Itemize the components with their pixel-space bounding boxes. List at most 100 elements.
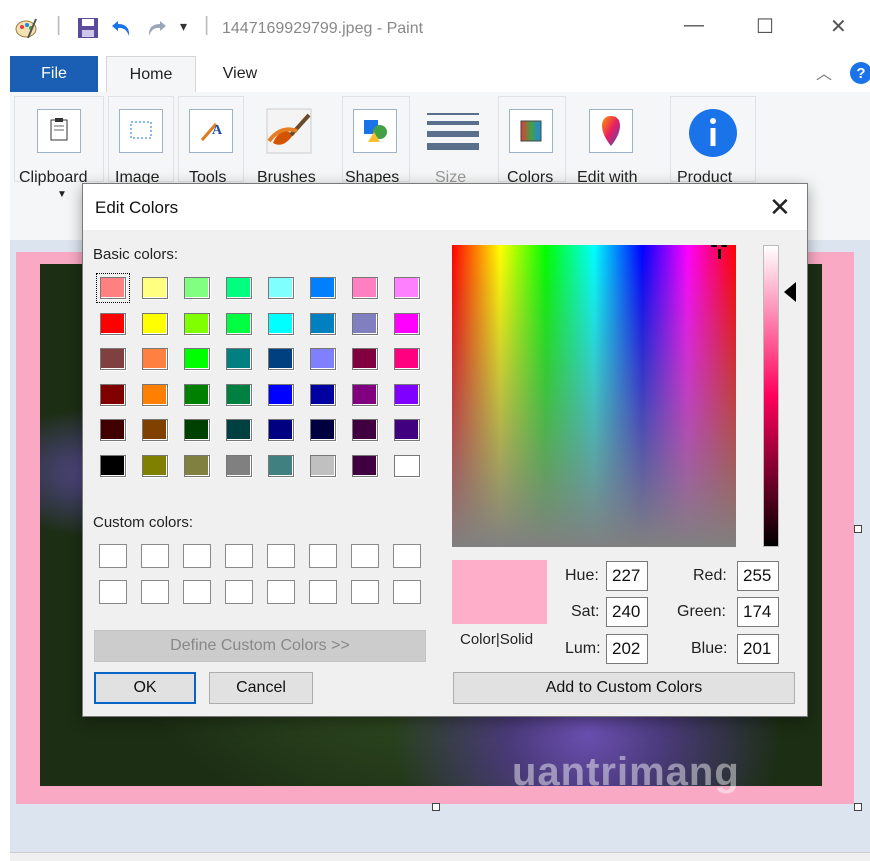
basic-color-swatch[interactable]: [226, 312, 252, 335]
basic-color-swatch[interactable]: [226, 383, 252, 406]
tab-home[interactable]: Home: [106, 56, 196, 93]
ribbon-group-edit-with[interactable]: Edit with: [570, 96, 656, 186]
dialog-close-button[interactable]: ✕: [769, 192, 791, 223]
basic-color-swatch[interactable]: [310, 383, 336, 406]
basic-color-swatch[interactable]: [268, 419, 294, 442]
hue-input[interactable]: 227: [606, 561, 648, 591]
blue-input[interactable]: 201: [737, 634, 779, 664]
basic-color-swatch[interactable]: [142, 383, 168, 406]
basic-color-swatch[interactable]: [142, 277, 168, 299]
luminosity-arrow-icon[interactable]: [784, 282, 796, 302]
basic-color-swatch[interactable]: [100, 383, 126, 406]
custom-color-swatch[interactable]: [393, 544, 421, 568]
basic-color-swatch[interactable]: [142, 455, 168, 477]
basic-color-swatch[interactable]: [310, 455, 336, 477]
custom-color-swatch[interactable]: [99, 544, 127, 568]
custom-color-swatch[interactable]: [267, 580, 295, 604]
maximize-button[interactable]: ☐: [756, 14, 774, 39]
basic-color-swatch[interactable]: [352, 348, 378, 371]
red-input[interactable]: 255: [737, 561, 779, 591]
lum-input[interactable]: 202: [606, 634, 648, 664]
resize-handle[interactable]: [854, 525, 862, 533]
redo-icon[interactable]: [144, 16, 168, 40]
basic-color-swatch[interactable]: [394, 277, 420, 299]
collapse-ribbon-icon[interactable]: ︿: [816, 60, 832, 84]
basic-color-swatch[interactable]: [184, 455, 210, 477]
basic-color-swatch[interactable]: [184, 419, 210, 442]
basic-color-swatch[interactable]: [268, 348, 294, 371]
custom-color-swatch[interactable]: [141, 544, 169, 568]
basic-color-swatch[interactable]: [268, 455, 294, 477]
basic-color-swatch[interactable]: [394, 455, 420, 477]
basic-color-swatch[interactable]: [226, 348, 252, 371]
basic-color-swatch[interactable]: [268, 312, 294, 335]
custom-color-swatch[interactable]: [183, 544, 211, 568]
basic-color-swatch[interactable]: [100, 312, 126, 335]
close-button[interactable]: ✕: [830, 14, 847, 39]
minimize-button[interactable]: —: [684, 14, 704, 37]
basic-color-swatch[interactable]: [352, 419, 378, 442]
ribbon-group-brushes[interactable]: Brushes: [248, 96, 328, 186]
ribbon-group-colors[interactable]: Colors: [498, 96, 566, 186]
basic-color-swatch[interactable]: [184, 277, 210, 299]
tab-view[interactable]: View: [210, 56, 270, 92]
basic-color-swatch[interactable]: [352, 312, 378, 335]
basic-color-swatch[interactable]: [100, 455, 126, 477]
ribbon-group-product[interactable]: Product: [670, 96, 756, 186]
basic-color-swatch[interactable]: [142, 419, 168, 442]
basic-color-swatch[interactable]: [310, 277, 336, 299]
basic-color-swatch[interactable]: [142, 312, 168, 335]
custom-color-swatch[interactable]: [351, 580, 379, 604]
basic-color-swatch[interactable]: [184, 348, 210, 371]
basic-color-swatch[interactable]: [226, 455, 252, 477]
custom-color-swatch[interactable]: [141, 580, 169, 604]
ribbon-group-tools[interactable]: A Tools: [178, 96, 244, 186]
help-icon[interactable]: ?: [850, 62, 870, 84]
basic-color-swatch[interactable]: [100, 348, 126, 371]
ok-button[interactable]: OK: [94, 672, 196, 704]
customize-toolbar-icon[interactable]: ▾: [180, 18, 187, 35]
ribbon-group-size[interactable]: Size: [416, 96, 492, 186]
basic-color-swatch[interactable]: [268, 383, 294, 406]
basic-color-swatch[interactable]: [352, 455, 378, 477]
tab-file[interactable]: File: [10, 56, 98, 92]
resize-handle[interactable]: [854, 803, 862, 811]
basic-color-swatch[interactable]: [310, 312, 336, 335]
define-custom-colors-button[interactable]: Define Custom Colors >>: [94, 630, 426, 662]
basic-color-swatch[interactable]: [352, 277, 378, 299]
color-spectrum[interactable]: [452, 245, 736, 547]
custom-color-swatch[interactable]: [225, 544, 253, 568]
basic-color-swatch[interactable]: [394, 419, 420, 442]
basic-color-swatch[interactable]: [226, 277, 252, 299]
basic-color-swatch[interactable]: [394, 348, 420, 371]
green-input[interactable]: 174: [737, 597, 779, 627]
custom-color-swatch[interactable]: [183, 580, 211, 604]
basic-color-swatch[interactable]: [268, 277, 294, 299]
custom-color-swatch[interactable]: [225, 580, 253, 604]
basic-color-swatch[interactable]: [310, 348, 336, 371]
luminosity-slider[interactable]: [763, 245, 779, 547]
undo-icon[interactable]: [110, 16, 134, 40]
custom-color-swatch[interactable]: [351, 544, 379, 568]
custom-color-swatch[interactable]: [309, 544, 337, 568]
custom-color-swatch[interactable]: [309, 580, 337, 604]
ribbon-group-image[interactable]: Image: [108, 96, 174, 186]
ribbon-group-clipboard[interactable]: Clipboard ▼: [14, 96, 104, 200]
save-icon[interactable]: [76, 16, 100, 40]
add-to-custom-colors-button[interactable]: Add to Custom Colors: [453, 672, 795, 704]
custom-color-swatch[interactable]: [99, 580, 127, 604]
cancel-button[interactable]: Cancel: [209, 672, 313, 704]
ribbon-group-shapes[interactable]: Shapes: [342, 96, 410, 186]
basic-color-swatch[interactable]: [142, 348, 168, 371]
basic-color-swatch[interactable]: [184, 383, 210, 406]
basic-color-swatch[interactable]: [310, 419, 336, 442]
basic-color-swatch[interactable]: [394, 383, 420, 406]
custom-color-swatch[interactable]: [393, 580, 421, 604]
custom-color-swatch[interactable]: [267, 544, 295, 568]
basic-color-swatch[interactable]: [184, 312, 210, 335]
basic-color-swatch[interactable]: [394, 312, 420, 335]
sat-input[interactable]: 240: [606, 597, 648, 627]
basic-color-swatch[interactable]: [226, 419, 252, 442]
basic-color-swatch[interactable]: [100, 419, 126, 442]
resize-handle[interactable]: [432, 803, 440, 811]
